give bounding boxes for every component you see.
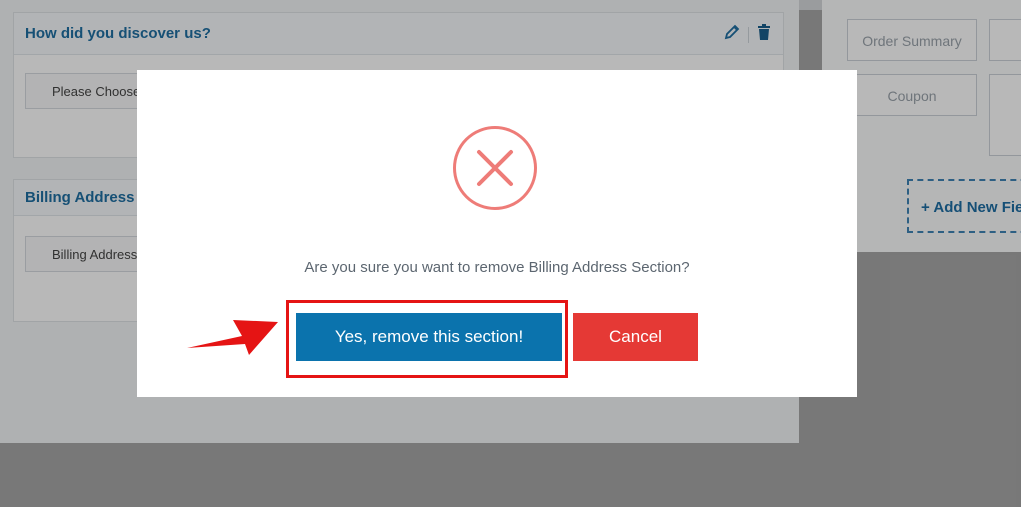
annotation-arrow-icon (187, 320, 278, 355)
annotation-highlight-box (286, 300, 568, 378)
cancel-button[interactable]: Cancel (573, 313, 698, 361)
error-circle-x-icon (453, 126, 537, 210)
dialog-message: Are you sure you want to remove Billing … (304, 259, 690, 276)
